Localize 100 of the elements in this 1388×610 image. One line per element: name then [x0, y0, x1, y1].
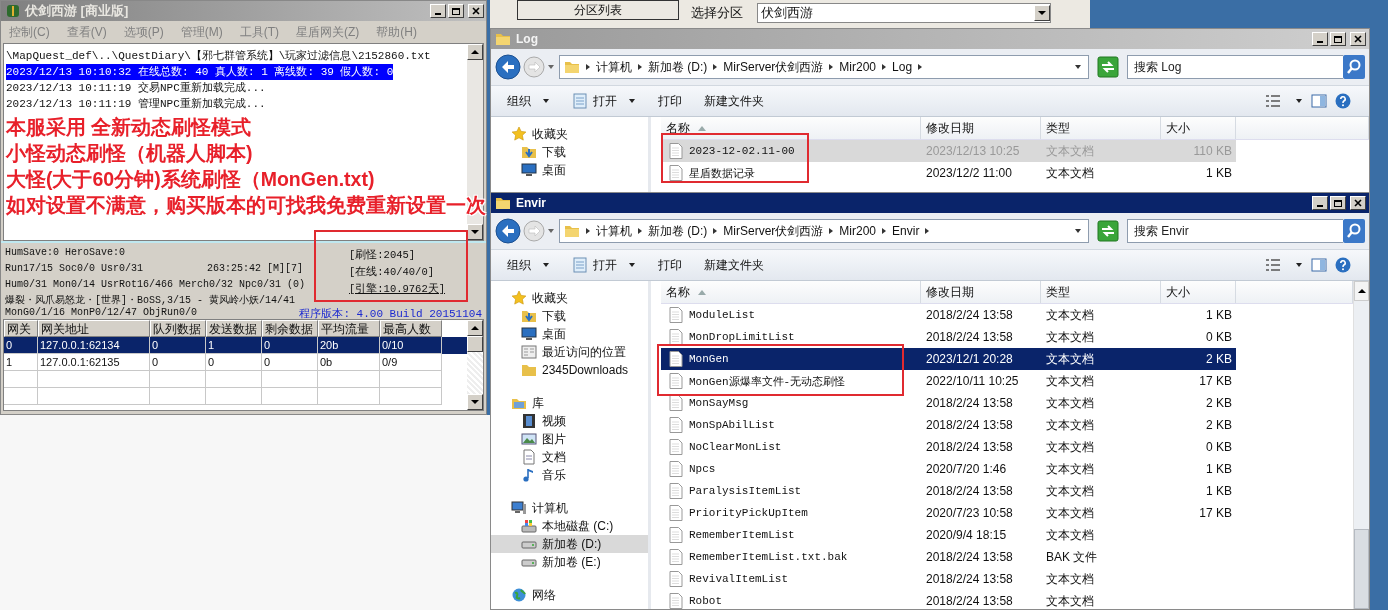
file-row[interactable]: ModuleList 2018/2/24 13:58 文本文档 1 KB	[661, 304, 1236, 326]
scroll-down-button[interactable]	[467, 224, 483, 240]
nav-item[interactable]: 2345Downloads	[491, 361, 648, 379]
caret-icon[interactable]	[1295, 261, 1303, 269]
scroll-down-button[interactable]	[467, 394, 483, 410]
scrollbar[interactable]	[467, 320, 483, 410]
toolbar-button[interactable]: 打印	[650, 254, 690, 276]
back-button[interactable]	[495, 218, 521, 244]
address-field[interactable]: 计算机 新加卷 (D:) MirServer伏剑西游 Mir200 Log	[559, 55, 1089, 79]
close-button[interactable]	[1350, 196, 1366, 210]
nav-item[interactable]: 下载	[491, 307, 648, 325]
column-header[interactable]: 平均流量	[318, 320, 380, 337]
search-button[interactable]	[1343, 55, 1365, 79]
column-header[interactable]: 修改日期	[921, 281, 1041, 303]
breadcrumb-item[interactable]: 新加卷 (D:)	[648, 58, 708, 76]
close-button[interactable]	[1350, 32, 1366, 46]
breadcrumb-item[interactable]: Mir200	[839, 224, 877, 238]
view-options-icon[interactable]	[1265, 257, 1281, 273]
column-header[interactable]: 类型	[1041, 281, 1161, 303]
refresh-button[interactable]	[1097, 220, 1119, 242]
column-header[interactable]: 队列数据	[150, 320, 206, 337]
nav-item[interactable]: 收藏夹	[491, 125, 648, 143]
nav-item[interactable]: 下载	[491, 143, 648, 161]
caret-icon[interactable]	[1295, 97, 1303, 105]
toolbar-button[interactable]: 新建文件夹	[696, 254, 772, 276]
partition-dropdown[interactable]: 伏剑西游	[757, 3, 1051, 23]
column-header[interactable]: 网关地址	[38, 320, 150, 337]
column-header[interactable]: 剩余数据	[262, 320, 318, 337]
search-field[interactable]: 搜索 Envir	[1127, 219, 1343, 243]
nav-item[interactable]: 本地磁盘 (C:)	[491, 517, 648, 535]
nav-item[interactable]: 新加卷 (E:)	[491, 553, 648, 571]
column-header[interactable]: 大小	[1161, 117, 1236, 139]
file-row[interactable]: PriorityPickUpItem 2020/7/23 10:58 文本文档 17 KB	[661, 502, 1236, 524]
column-header[interactable]: 名称	[661, 117, 921, 139]
file-row[interactable]: MonGen 2023/12/1 20:28 文本文档 2 KB	[661, 348, 1236, 370]
file-row[interactable]: MonSayMsg 2018/2/24 13:58 文本文档 2 KB	[661, 392, 1236, 414]
view-options-icon[interactable]	[1265, 93, 1281, 109]
nav-item[interactable]: 文档	[491, 448, 648, 466]
file-row[interactable]: 星盾数据记录 2023/12/2 11:00 文本文档 1 KB	[661, 162, 1236, 184]
toolbar-button[interactable]: 组织	[499, 90, 558, 112]
breadcrumb-item[interactable]: MirServer伏剑西游	[723, 58, 824, 76]
toolbar-button[interactable]: 打开	[564, 90, 644, 112]
nav-item[interactable]: 桌面	[491, 325, 648, 343]
nav-item[interactable]: 收藏夹	[491, 289, 648, 307]
file-row[interactable]: RevivalItemList 2018/2/24 13:58 文本文档	[661, 568, 1236, 590]
file-row[interactable]: RememberItemList 2020/9/4 18:15 文本文档	[661, 524, 1236, 546]
file-row[interactable]: MonGen源爆率文件-无动态刷怪 2022/10/11 10:25 文本文档 17 KB	[661, 370, 1236, 392]
file-row[interactable]: Npcs 2020/7/20 1:46 文本文档 1 KB	[661, 458, 1236, 480]
toolbar-button[interactable]: 组织	[499, 254, 558, 276]
help-icon[interactable]	[1335, 257, 1351, 273]
toolbar-button[interactable]: 打开	[564, 254, 644, 276]
file-row[interactable]: MonDropLimitList 2018/2/24 13:58 文本文档 0 KB	[661, 326, 1236, 348]
maximize-button[interactable]	[1330, 196, 1346, 210]
toolbar-button[interactable]: 新建文件夹	[696, 90, 772, 112]
table-row[interactable]: 0 127.0.0.1:62134 0 1 0 20b 0/10	[4, 337, 467, 354]
nav-item[interactable]: 桌面	[491, 161, 648, 179]
scrollbar[interactable]	[1353, 281, 1369, 609]
search-button[interactable]	[1343, 219, 1365, 243]
nav-item[interactable]: 音乐	[491, 466, 648, 484]
scroll-up-button[interactable]	[1354, 281, 1369, 301]
file-row[interactable]: Robot 2018/2/24 13:58 文本文档	[661, 590, 1236, 609]
file-row[interactable]: MonSpAbilList 2018/2/24 13:58 文本文档 2 KB	[661, 414, 1236, 436]
column-header[interactable]: 大小	[1161, 281, 1236, 303]
nav-item[interactable]: 库	[491, 394, 648, 412]
minimize-button[interactable]	[1312, 196, 1328, 210]
scroll-thumb[interactable]	[1354, 529, 1369, 609]
breadcrumb-item[interactable]: MirServer伏剑西游	[723, 222, 824, 240]
close-button[interactable]	[468, 4, 484, 18]
nav-item[interactable]: 网络	[491, 586, 648, 604]
back-button[interactable]	[495, 54, 521, 80]
maximize-button[interactable]	[1330, 32, 1346, 46]
address-field[interactable]: 计算机 新加卷 (D:) MirServer伏剑西游 Mir200 Envir	[559, 219, 1089, 243]
minimize-button[interactable]	[430, 4, 446, 18]
nav-item[interactable]: 新加卷 (D:)	[491, 535, 648, 553]
toolbar-button[interactable]: 打印	[650, 90, 690, 112]
nav-item[interactable]: 最近访问的位置	[491, 343, 648, 361]
column-header[interactable]: 修改日期	[921, 117, 1041, 139]
column-header[interactable]: 类型	[1041, 117, 1161, 139]
file-row[interactable]: 2023-12-02.11-00 2023/12/13 10:25 文本文档 110 KB	[661, 140, 1236, 162]
file-row[interactable]: ParalysisItemList 2018/2/24 13:58 文本文档 1 KB	[661, 480, 1236, 502]
nav-item[interactable]: 计算机	[491, 499, 648, 517]
table-row[interactable]: 1 127.0.0.1:62135 0 0 0 0b 0/9	[4, 354, 467, 371]
engine-link[interactable]: [引擎:10.9762天]	[349, 281, 445, 298]
nav-item[interactable]: 视频	[491, 412, 648, 430]
column-header[interactable]: 名称	[661, 281, 921, 303]
file-row[interactable]: RememberItemList.txt.bak 2018/2/24 13:58 BAK 文件	[661, 546, 1236, 568]
column-header[interactable]: 最高人数	[380, 320, 442, 337]
breadcrumb-item[interactable]: 计算机	[596, 222, 632, 240]
search-field[interactable]: 搜索 Log	[1127, 55, 1343, 79]
column-header[interactable]: 网关	[4, 320, 38, 337]
minimize-button[interactable]	[1312, 32, 1328, 46]
breadcrumb-item[interactable]: 新加卷 (D:)	[648, 222, 708, 240]
breadcrumb-item[interactable]: Mir200	[839, 60, 877, 74]
refresh-button[interactable]	[1097, 56, 1119, 78]
breadcrumb-item[interactable]: 计算机	[596, 58, 632, 76]
file-row[interactable]: NoClearMonList 2018/2/24 13:58 文本文档 0 KB	[661, 436, 1236, 458]
help-icon[interactable]	[1335, 93, 1351, 109]
nav-item[interactable]: 图片	[491, 430, 648, 448]
column-header[interactable]: 发送数据	[206, 320, 262, 337]
dropdown-button[interactable]	[1034, 5, 1050, 21]
